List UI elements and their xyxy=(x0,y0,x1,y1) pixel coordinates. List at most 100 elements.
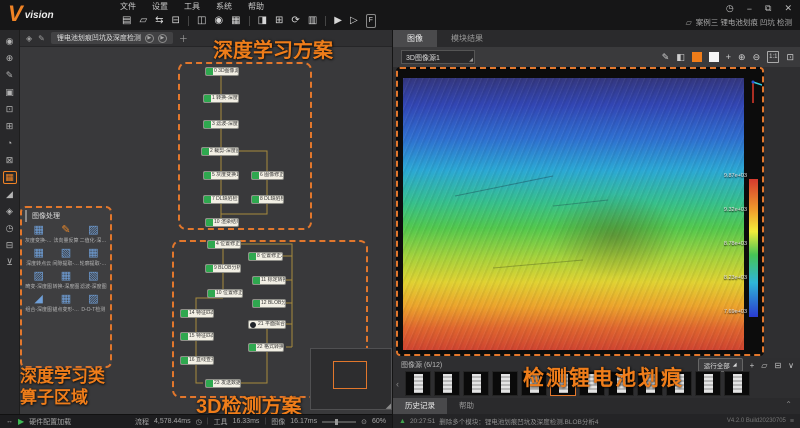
tab-run-once-icon[interactable]: ▶ xyxy=(144,33,154,43)
run-continuous-icon[interactable]: ▷ xyxy=(350,15,358,27)
minimize-icon[interactable]: − xyxy=(747,4,752,14)
operator-item-5[interactable]: ▦ 轮廓提取-深度图 xyxy=(80,247,107,267)
flow-node[interactable]: 4 位置修正1 xyxy=(207,240,241,249)
run-all-button[interactable]: 运行全部 ◢ xyxy=(697,358,743,372)
save-icon[interactable]: ▤ xyxy=(122,15,131,27)
operator-item-11[interactable]: ▨ D-O-T检测 xyxy=(80,293,107,313)
delete-icon[interactable]: ⊟ xyxy=(774,361,781,370)
menu-item-0[interactable]: 文件 xyxy=(120,1,136,12)
shape-icon[interactable]: ◢ xyxy=(3,188,17,201)
flow-node[interactable]: 16 直线查找1 xyxy=(180,356,214,365)
menu-item-1[interactable]: 设置 xyxy=(152,1,168,12)
flow-node[interactable]: 8 位置修正2 xyxy=(248,252,283,261)
binary-icon[interactable]: ⊠ xyxy=(3,154,17,167)
image-edit-icon[interactable]: ✎ xyxy=(3,69,17,82)
zoom-out-icon[interactable]: ⊖ xyxy=(753,52,761,62)
zoom-slider-thumb[interactable] xyxy=(335,418,339,425)
operator-item-1[interactable]: ✎ 法向量反算 xyxy=(52,224,79,244)
flow-node[interactable]: 10 渲染结果1 xyxy=(205,218,239,227)
image-thumbnail-11[interactable] xyxy=(695,371,721,396)
global-trigger-icon[interactable]: ⟳ xyxy=(291,15,299,27)
zoom-slider[interactable] xyxy=(322,418,357,425)
collapse-log-icon[interactable]: ⌃ xyxy=(785,400,792,409)
tab-module-result[interactable]: 模块结果 xyxy=(437,30,497,47)
flow-node[interactable]: 14 特征匹配1 xyxy=(180,309,214,318)
menu-item-2[interactable]: 工具 xyxy=(184,1,200,12)
flow-node[interactable]: 8 DL缺陷检测2 xyxy=(251,195,284,204)
restore-icon[interactable]: ⧉ xyxy=(765,3,771,14)
params-icon[interactable]: ▦ xyxy=(231,15,240,27)
tab-image[interactable]: 图像 xyxy=(393,30,437,47)
flow-node[interactable]: 10 位置修正3 xyxy=(207,289,243,298)
logic-icon[interactable]: ⊻ xyxy=(3,256,17,269)
image-frame[interactable]: 9.87e+03 9.32e+03 8.78e+03 8.23e+03 7.69… xyxy=(396,67,764,356)
compare-tool-icon[interactable]: ⊟ xyxy=(3,239,17,252)
depth-tool-icon[interactable]: ◈ xyxy=(3,205,17,218)
open-icon[interactable]: ▱ xyxy=(139,15,147,27)
flow-node[interactable]: 11 标定转换1 xyxy=(252,276,286,285)
operator-item-9[interactable]: ◢ 组合-深度图 xyxy=(25,293,52,313)
flow-node[interactable]: 12 BLOB分析2 xyxy=(252,299,286,308)
flow-node[interactable]: 9 BLOB分析1 xyxy=(205,264,241,273)
menu-item-4[interactable]: 帮助 xyxy=(248,1,264,12)
tab-history[interactable]: 历史记录 xyxy=(393,398,447,414)
depth-heatmap-image[interactable] xyxy=(403,78,744,350)
flow-canvas[interactable]: ◈ ✎ 锂电池划痕凹坑及深度检测 ▶ ▶ ＋ 0 3D图像 1 转换-深度 3 … xyxy=(20,30,392,414)
resize-handle-icon[interactable]: ◢ xyxy=(386,402,391,410)
flow-node[interactable]: 23 发送数据1 xyxy=(205,379,241,388)
roi-icon[interactable]: ⊡ xyxy=(3,103,17,116)
data-queue-icon[interactable]: ▥ xyxy=(308,15,317,27)
window-layout-icon[interactable]: ◫ xyxy=(197,15,206,27)
actual-size-icon[interactable]: 1:1 xyxy=(767,51,780,63)
flow-node[interactable]: 2 裁剪-深度图1 xyxy=(201,147,239,156)
pan-handle-icon[interactable]: ↔ xyxy=(6,418,13,425)
operator-item-0[interactable]: ▦ 灰度变换-深度图 xyxy=(25,224,52,244)
color-tool-icon[interactable]: ◔ xyxy=(3,137,17,150)
window-tool-icon[interactable]: ▣ xyxy=(3,86,17,99)
image-source-select[interactable]: 3D图像源1 ◢ xyxy=(401,50,475,64)
acquisition-icon[interactable]: ◉ xyxy=(3,35,17,48)
menu-item-3[interactable]: 系统 xyxy=(216,1,232,12)
image-process-icon[interactable]: ▦ xyxy=(2,171,17,184)
minimap[interactable]: ◢ xyxy=(310,348,392,410)
image-thumbnail-3[interactable] xyxy=(463,371,489,396)
timer-icon[interactable]: ◷ xyxy=(3,222,17,235)
folder-icon[interactable]: ▱ xyxy=(761,361,767,370)
operator-item-6[interactable]: ▨ 畸变-深度图 xyxy=(25,270,52,290)
scroll-left-icon[interactable]: ‹ xyxy=(396,379,402,389)
locate-icon[interactable]: ⊕ xyxy=(3,52,17,65)
switch-icon[interactable]: ⇆ xyxy=(155,15,163,27)
flow-node[interactable]: 0 3D图像源1 xyxy=(205,67,239,76)
flow-node[interactable]: 7 DL缺陷检测1 xyxy=(203,195,239,204)
minimap-viewport[interactable] xyxy=(333,361,367,389)
image-thumbnail-4[interactable] xyxy=(492,371,518,396)
communication-icon[interactable]: ◨ xyxy=(258,15,267,27)
process-icon[interactable]: ◈ xyxy=(26,34,32,43)
grid-measure-icon[interactable]: ⊞ xyxy=(3,120,17,133)
pan-icon[interactable]: + xyxy=(726,52,731,62)
compare-icon[interactable]: ⊟ xyxy=(172,15,180,27)
zoom-in-icon[interactable]: ⊕ xyxy=(738,52,746,62)
flow-node[interactable]: 5 灰度变换1 xyxy=(203,171,239,180)
operator-item-3[interactable]: ▦ 深度转点云 xyxy=(25,247,52,267)
tab-help[interactable]: 帮助 xyxy=(447,398,486,414)
flow-node[interactable]: 6 图像修正1 xyxy=(251,171,284,180)
history-icon[interactable]: ◷ xyxy=(726,3,734,14)
flow-node[interactable]: 3 滤波-深度图1 xyxy=(203,120,239,129)
log-entry[interactable]: ▲ 20:27:51 删除多个模块：锂电池划痕凹坑及深度检测.BLOB分析4 V… xyxy=(393,414,800,428)
operator-item-7[interactable]: ▦ 转换-深度图 xyxy=(52,270,80,290)
front-run-icon[interactable]: F xyxy=(365,14,376,28)
draw-icon[interactable]: ✎ xyxy=(662,52,670,62)
add-image-icon[interactable]: + xyxy=(750,361,755,370)
color-orange-swatch[interactable] xyxy=(691,52,702,62)
log-menu-icon[interactable]: ≡ xyxy=(790,418,794,425)
wrench-icon[interactable]: ✎ xyxy=(38,34,45,43)
operator-item-10[interactable]: ▦ 锚点变形-深度图 xyxy=(52,293,79,313)
collapse-strip-icon[interactable]: ∨ xyxy=(788,361,794,370)
flow-node[interactable]: 15 特征匹配2 xyxy=(180,332,214,341)
run-once-icon[interactable]: ▶ xyxy=(334,15,342,27)
tab-run-continuous-icon[interactable]: ▶ xyxy=(157,33,167,43)
operator-item-8[interactable]: ▧ 滤波-深度图 xyxy=(80,270,107,290)
image-thumbnail-1[interactable] xyxy=(405,371,431,396)
flow-tab[interactable]: 锂电池划痕凹坑及深度检测 ▶ ▶ xyxy=(50,32,173,44)
